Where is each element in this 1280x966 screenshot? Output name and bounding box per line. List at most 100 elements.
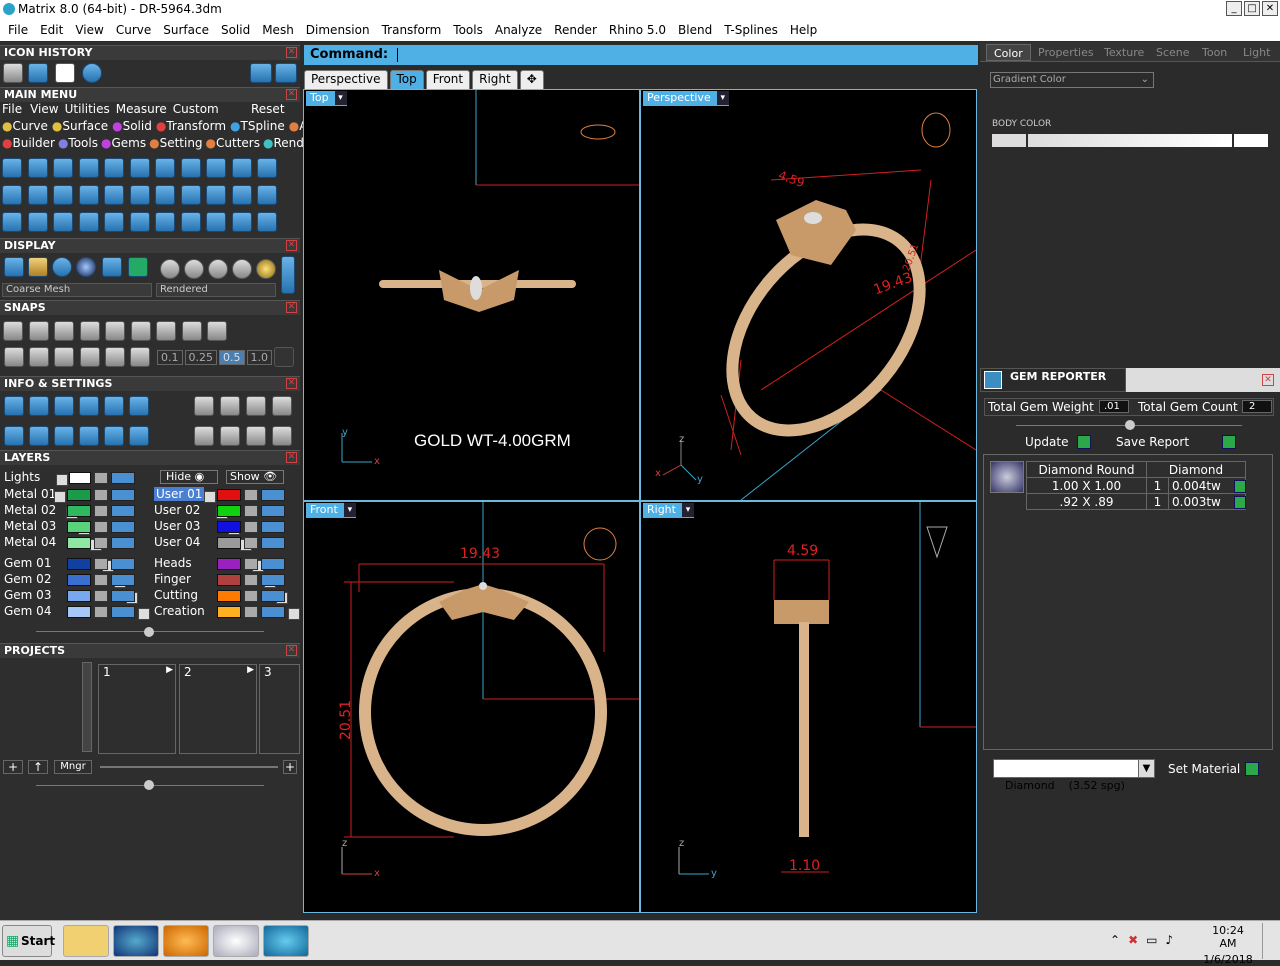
lock-icon[interactable] (94, 574, 108, 586)
visibility-toggle[interactable] (261, 521, 285, 533)
tab-top[interactable]: Top (389, 70, 424, 89)
display-toggle[interactable] (281, 256, 295, 294)
tool-icon[interactable] (104, 396, 124, 416)
menu-help[interactable]: Help (784, 23, 823, 37)
close-icon[interactable]: ✕ (286, 645, 297, 656)
display-mode-select[interactable]: Rendered (156, 283, 276, 297)
layer-color[interactable] (67, 558, 91, 570)
wireframe-icon[interactable] (4, 257, 24, 277)
layer-color[interactable] (217, 590, 241, 602)
ie-icon[interactable] (113, 925, 159, 957)
lock-icon[interactable] (244, 606, 258, 618)
close-icon[interactable]: ✕ (1262, 374, 1274, 386)
manager-button[interactable]: Mngr (54, 760, 92, 774)
projects-scrollbar[interactable] (82, 662, 92, 752)
tool-icon[interactable] (104, 426, 124, 446)
snap-0-5[interactable]: 0.5 (219, 350, 245, 365)
hide-button[interactable]: Hide ◉ (160, 470, 218, 484)
mm-utilities[interactable]: Utilities (65, 102, 110, 116)
tool-icon[interactable] (27, 185, 48, 205)
tool-icon[interactable] (206, 158, 226, 178)
layer-color[interactable] (67, 590, 91, 602)
visibility-toggle[interactable] (111, 537, 135, 549)
layer-row[interactable]: Metal 01 (4, 487, 56, 502)
show-button[interactable]: Show 👁 (226, 470, 284, 484)
menu-view[interactable]: View (69, 23, 109, 37)
lights-color[interactable] (69, 472, 91, 484)
paint-icon[interactable] (213, 925, 259, 957)
tab-color[interactable]: Color (986, 44, 1031, 61)
tool-icon[interactable] (104, 158, 124, 178)
layer-color[interactable] (67, 489, 91, 501)
menu-render[interactable]: Render (548, 23, 603, 37)
tool-icon[interactable] (194, 426, 214, 446)
tool-icon[interactable] (180, 185, 201, 205)
gold-display-icon[interactable] (28, 257, 48, 277)
lock-icon[interactable] (244, 521, 258, 533)
visibility-toggle[interactable] (111, 574, 135, 586)
close-icon[interactable]: ✕ (286, 302, 297, 313)
tab-properties[interactable]: Properties (1038, 44, 1094, 61)
matrix-icon[interactable] (263, 925, 309, 957)
tool-icon[interactable] (272, 426, 292, 446)
body-color-end[interactable] (1234, 134, 1268, 147)
layer-color[interactable] (217, 606, 241, 618)
lock-icon[interactable] (244, 590, 258, 602)
layer-row[interactable]: User 02 (154, 503, 200, 518)
tab-front[interactable]: Front (425, 70, 471, 89)
tab-texture[interactable]: Texture (1104, 44, 1144, 61)
layer-row[interactable]: Gem 02 (4, 572, 51, 587)
layer-row[interactable]: Heads (154, 556, 192, 571)
snap-1-0[interactable]: 1.0 (246, 350, 272, 365)
menu-mesh[interactable]: Mesh (256, 23, 300, 37)
tool-icon[interactable] (130, 321, 151, 341)
menu-dimension[interactable]: Dimension (300, 23, 376, 37)
lock-icon[interactable] (244, 537, 258, 549)
tool-icon[interactable] (105, 321, 125, 341)
mm-measure[interactable]: Measure (116, 102, 167, 116)
gradient-select[interactable]: Gradient Color ⌄ (990, 72, 1154, 88)
tool-icon[interactable] (54, 321, 74, 341)
lights-arrow[interactable] (56, 473, 68, 486)
lock-icon[interactable] (244, 505, 258, 517)
snap-grid-icon[interactable] (274, 347, 294, 367)
row-arrow-icon[interactable] (1234, 480, 1246, 493)
snap-0-1[interactable]: 0.1 (157, 350, 183, 365)
tool-icon[interactable] (129, 185, 150, 205)
visibility-toggle[interactable] (111, 489, 135, 501)
layer-row[interactable]: Gem 04 (4, 604, 51, 619)
tool-icon[interactable] (2, 158, 22, 178)
tool-icon[interactable] (78, 185, 99, 205)
gold-sphere-icon[interactable] (256, 259, 276, 279)
forward-arrow-icon[interactable] (275, 63, 297, 83)
visibility-toggle[interactable] (111, 606, 135, 618)
tool-icon[interactable] (257, 185, 277, 205)
tool-icon[interactable] (28, 321, 49, 341)
tool-icon[interactable] (4, 396, 24, 416)
tool-icon[interactable] (206, 185, 226, 205)
layer-row[interactable]: Metal 03 (4, 519, 56, 534)
project-slot-1[interactable]: 1 ▶ (98, 664, 176, 754)
back-arrow-icon[interactable] (250, 63, 272, 83)
tool-icon[interactable] (272, 396, 292, 416)
close-icon[interactable]: ✕ (286, 378, 297, 389)
menu-rhino[interactable]: Rhino 5.0 (603, 23, 672, 37)
menu-surface[interactable]: Surface (157, 23, 215, 37)
visibility-toggle[interactable] (111, 505, 135, 517)
history-tool-icon[interactable] (3, 63, 23, 83)
layer-color[interactable] (217, 521, 241, 533)
network-icon[interactable]: ✖ (1128, 933, 1138, 947)
save-icon[interactable] (55, 63, 75, 83)
close-icon[interactable]: ✕ (286, 452, 297, 463)
tool-icon[interactable] (155, 185, 175, 205)
cat-builder[interactable]: ●Builder (2, 136, 55, 150)
volume-icon[interactable]: ♪ (1165, 933, 1173, 947)
layer-arrow[interactable] (138, 607, 150, 620)
visibility-toggle[interactable] (261, 505, 285, 517)
hatch-icon[interactable] (80, 347, 100, 367)
layer-row[interactable]: Metal 02 (4, 503, 56, 518)
tool-icon[interactable] (3, 321, 23, 341)
shaded-sphere-icon[interactable] (52, 257, 72, 277)
tool-icon[interactable] (257, 158, 277, 178)
close-icon[interactable]: ✕ (286, 47, 297, 58)
